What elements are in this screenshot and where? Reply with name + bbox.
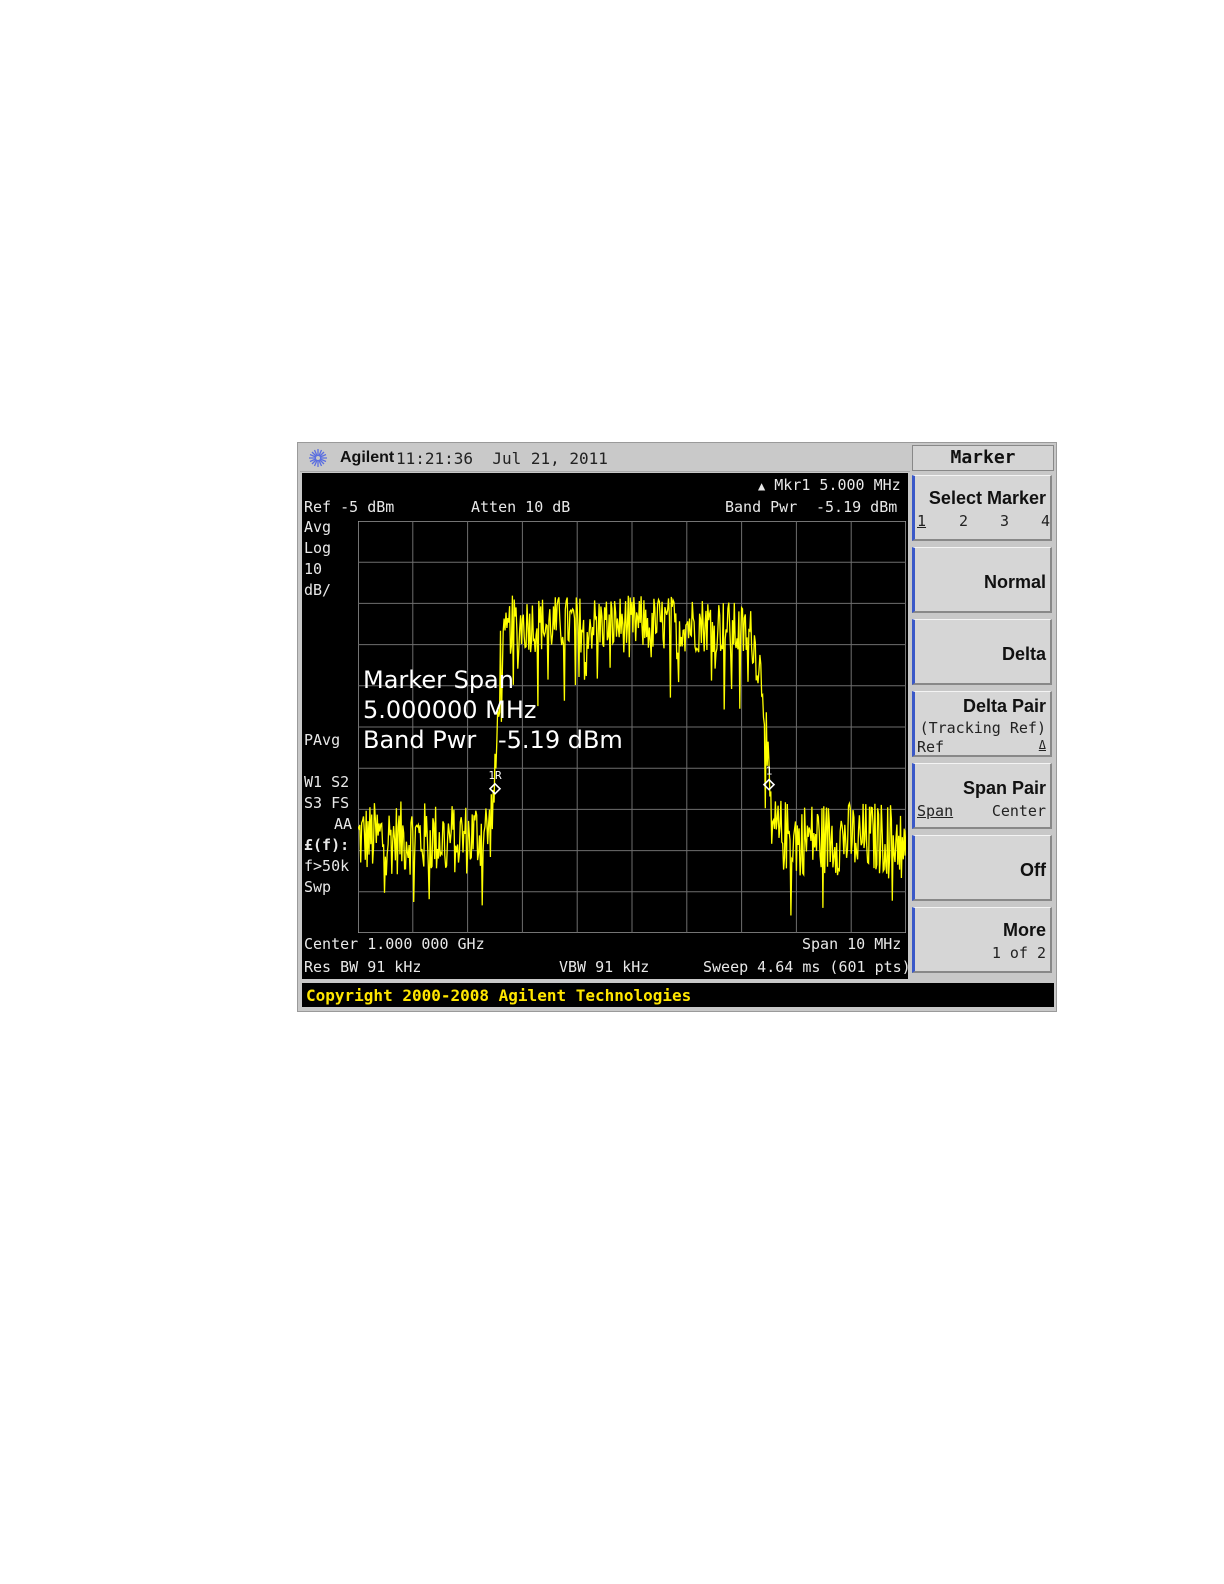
- display-screen: ▲ Mkr1 5.000 MHz Ref -5 dBm Atten 10 dB …: [302, 473, 911, 979]
- span-value: Span 10 MHz: [802, 935, 902, 953]
- log-annotation: Log: [304, 539, 332, 557]
- attenuation: Atten 10 dB: [471, 498, 571, 516]
- select-marker-key[interactable]: Select Marker 1 2 3 4: [912, 475, 1052, 541]
- marker-option-3: 3: [1000, 512, 1010, 530]
- band-power-label: Band Pwr: [725, 498, 798, 516]
- delta-triangle-icon: Δ: [1038, 738, 1046, 752]
- avg-annotation: Avg: [304, 518, 332, 536]
- delta-marker-readout: ▲ Mkr1 5.000 MHz: [758, 476, 901, 494]
- res-bw: Res BW 91 kHz: [304, 958, 422, 976]
- select-marker-label: Select Marker: [928, 488, 1046, 508]
- copyright-bar: Copyright 2000-2008 Agilent Technologies: [302, 983, 1054, 1007]
- menu-title: Marker: [912, 445, 1054, 471]
- timestamp: 11:21:36 Jul 21, 2011: [396, 449, 608, 468]
- correction-annotation: £(f):: [304, 836, 350, 854]
- overlay-marker-span-label: Marker Span: [363, 666, 514, 694]
- delta-key[interactable]: Delta: [912, 619, 1052, 685]
- delta-pair-sub: (Tracking Ref): [919, 719, 1046, 737]
- ref-level: Ref -5 dBm: [304, 498, 395, 516]
- span-pair-center: Center: [991, 802, 1046, 820]
- overlay-band-power-value: -5.19 dBm: [498, 726, 623, 754]
- delta-triangle-icon: ▲: [758, 479, 766, 493]
- marker-ref-label: 1R: [488, 769, 502, 782]
- brand-name: Agilent: [340, 449, 395, 466]
- span-pair-span: Span: [917, 802, 954, 820]
- aa-annotation: AA: [334, 815, 353, 833]
- marker-option-1: 1: [917, 512, 927, 530]
- trace-mode-annotation: W1 S2: [304, 773, 350, 791]
- delta-pair-label: Delta Pair: [962, 696, 1046, 716]
- marker-delta-label: 1: [766, 765, 773, 778]
- delta-pair-ref: Ref: [917, 738, 945, 756]
- date: Jul 21, 2011: [492, 449, 608, 468]
- more-label: More: [1002, 920, 1046, 940]
- sweep-annotation: Swp: [304, 878, 332, 896]
- detector-annotation: S3 FS: [304, 794, 350, 812]
- marker-option-2: 2: [959, 512, 969, 530]
- unit-annotation: dB/: [304, 581, 332, 599]
- span-pair-key[interactable]: Span Pair Span Center: [912, 763, 1052, 829]
- marker-option-4: 4: [1041, 512, 1051, 530]
- time: 11:21:36: [396, 449, 474, 468]
- off-label: Off: [1020, 860, 1046, 880]
- delta-pair-key[interactable]: Delta Pair (Tracking Ref) Ref Δ: [912, 691, 1052, 757]
- softkey-menu: Marker Select Marker 1 2 3 4 Normal Delt…: [912, 445, 1054, 981]
- normal-key[interactable]: Normal: [912, 547, 1052, 613]
- sweep-time: Sweep 4.64 ms (601 pts): [703, 958, 911, 976]
- center-frequency: Center 1.000 000 GHz: [304, 935, 485, 953]
- more-key[interactable]: More 1 of 2: [912, 907, 1052, 973]
- title-bar: Agilent 11:21:36 Jul 21, 2011: [300, 445, 910, 472]
- band-power-value: -5.19 dBm: [816, 498, 898, 516]
- span-pair-label: Span Pair: [962, 778, 1046, 798]
- agilent-logo-icon: [309, 449, 327, 467]
- filter-annotation: f>50k: [304, 857, 350, 875]
- overlay-band-power-label: Band Pwr: [363, 726, 477, 754]
- scale-annotation: 10: [304, 560, 323, 578]
- more-page: 1 of 2: [991, 944, 1046, 962]
- overlay-marker-span-value: 5.000000 MHz: [363, 696, 537, 724]
- copyright-text: Copyright 2000-2008 Agilent Technologies: [306, 986, 692, 1005]
- normal-label: Normal: [983, 572, 1046, 592]
- pavg-annotation: PAvg: [304, 731, 341, 749]
- vbw: VBW 91 kHz: [559, 958, 650, 976]
- spectrum-analyzer-window: Agilent 11:21:36 Jul 21, 2011 ▲ Mkr1 5.0…: [297, 442, 1057, 1012]
- delta-label: Delta: [1001, 644, 1046, 664]
- off-key[interactable]: Off: [912, 835, 1052, 901]
